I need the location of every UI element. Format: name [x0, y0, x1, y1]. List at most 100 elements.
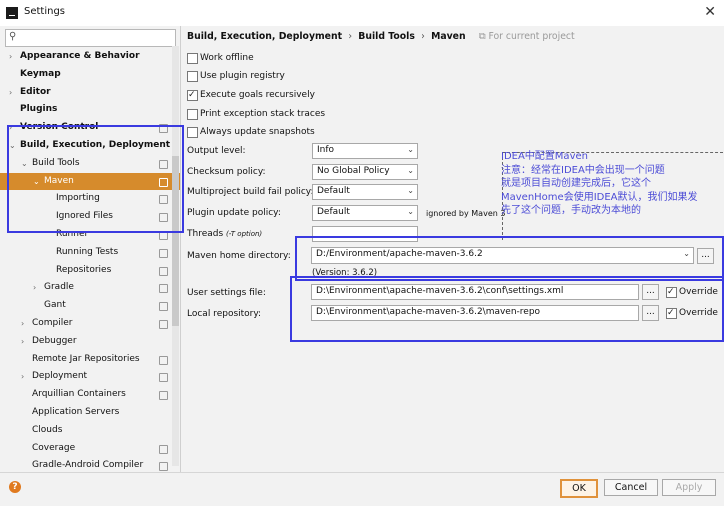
sidebar-item-label: Deployment	[32, 371, 88, 382]
sidebar-item-clouds[interactable]: Clouds	[0, 422, 180, 440]
breadcrumb-separator: ›	[348, 31, 353, 42]
chevron-right-icon[interactable]: ›	[21, 368, 24, 386]
sidebar-item-debugger[interactable]: › Debugger	[0, 333, 180, 351]
sidebar-item-application-servers[interactable]: Application Servers	[0, 404, 180, 422]
sidebar-item-coverage[interactable]: Coverage	[0, 440, 180, 458]
sidebar-item-deployment[interactable]: › Deployment	[0, 368, 180, 386]
sidebar-item-label: Appearance & Behavior	[20, 51, 140, 61]
help-icon[interactable]: ?	[9, 481, 21, 493]
ok-button[interactable]: OK	[560, 479, 598, 498]
execute-goals-recursively-label: Execute goals recursively	[200, 90, 315, 100]
chevron-right-icon[interactable]: ›	[9, 48, 12, 66]
project-scope-icon	[159, 266, 168, 276]
sidebar-item-running-tests[interactable]: Running Tests	[0, 244, 180, 262]
chevron-right-icon[interactable]: ›	[9, 84, 12, 102]
apply-button[interactable]: Apply	[662, 479, 716, 496]
sidebar-item-label: Debugger	[32, 335, 77, 346]
project-scope-icon	[159, 462, 168, 472]
checksum-policy-label: Checksum policy:	[187, 167, 266, 177]
sidebar-item-keymap[interactable]: Keymap	[0, 66, 180, 84]
annotation-line: MavenHome会使用IDEA默认，我们如果发	[501, 191, 698, 203]
chevron-right-icon[interactable]: ›	[33, 279, 36, 297]
cancel-button[interactable]: Cancel	[604, 479, 658, 496]
chevron-down-icon: ⌄	[407, 207, 414, 216]
chevron-down-icon: ⌄	[407, 166, 414, 175]
settings-repo-highlight-box	[290, 276, 724, 342]
sidebar-item-appearance-behavior[interactable]: › Appearance & Behavior	[0, 48, 180, 66]
window-titlebar: Settings ✕	[0, 0, 724, 27]
breadcrumb-maven: Maven	[431, 31, 466, 42]
annotation-line: IDEA中配置Maven	[501, 151, 588, 162]
chevron-down-icon: ⌄	[407, 145, 414, 154]
sidebar-highlight-box	[7, 125, 184, 233]
chevron-down-icon: ⌄	[407, 186, 414, 195]
maven-settings-panel: Build, Execution, Deployment › Build Too…	[181, 26, 724, 472]
breadcrumb-build-tools: Build Tools	[358, 31, 415, 42]
settings-tree: › Appearance & Behavior Keymap › Editor Plugi…	[0, 48, 180, 472]
work-offline-label: Work offline	[200, 53, 254, 63]
sidebar-item-gant[interactable]: Gant	[0, 297, 180, 315]
sidebar-scrollbar[interactable]	[172, 46, 179, 466]
breadcrumb-separator: ›	[421, 31, 425, 42]
sidebar-item-label: Arquillian Containers	[32, 389, 126, 400]
sidebar-item-label: Plugins	[20, 104, 58, 115]
project-scope-icon	[159, 302, 168, 312]
sidebar-item-gradle[interactable]: › Gradle	[0, 279, 180, 297]
sidebar-item-label: Compiler	[32, 317, 73, 328]
sidebar-item-compiler[interactable]: › Compiler	[0, 315, 180, 333]
ignored-by-maven3-note: ignored by Maven 3	[426, 209, 506, 218]
annotation-line: 注意：经常在IDEA中会出现一个问题	[501, 164, 665, 176]
settings-sidebar: ⚲ › Appearance & Behavior Keymap › Editor Plu…	[0, 26, 181, 472]
sidebar-item-label: Gradle-Android Compiler	[32, 460, 144, 471]
sidebar-item-label: Editor	[20, 86, 51, 97]
settings-search-input[interactable]: ⚲	[5, 29, 176, 47]
threads-hint: (-T option)	[226, 230, 263, 238]
sidebar-item-plugins[interactable]: Plugins	[0, 101, 180, 119]
threads-label: Threads (-T option)	[187, 229, 263, 239]
checksum-policy-value: No Global Policy	[317, 166, 390, 176]
user-settings-file-label: User settings file:	[187, 288, 266, 298]
checksum-policy-select[interactable]: No Global Policy ⌄	[312, 164, 418, 180]
always-update-snapshots-label: Always update snapshots	[200, 127, 315, 137]
project-scope-icon	[159, 444, 168, 454]
maven-home-highlight-box	[295, 236, 724, 281]
sidebar-item-repositories[interactable]: Repositories	[0, 262, 180, 280]
output-level-label: Output level:	[187, 146, 246, 156]
close-icon[interactable]: ✕	[704, 4, 716, 20]
sidebar-item-label: Gant	[44, 300, 66, 311]
print-exception-stack-traces-checkbox[interactable]	[187, 109, 198, 120]
sidebar-item-label: Application Servers	[32, 406, 120, 417]
chevron-right-icon[interactable]: ›	[21, 333, 24, 351]
breadcrumb-build-execution: Build, Execution, Deployment	[187, 31, 343, 42]
maven-home-directory-label: Maven home directory:	[187, 251, 291, 261]
window-title: Settings	[24, 6, 66, 17]
use-plugin-registry-checkbox[interactable]	[187, 71, 198, 82]
multiproject-fail-policy-select[interactable]: Default ⌄	[312, 184, 418, 200]
sidebar-item-label: Gradle	[44, 282, 74, 293]
project-scope-icon	[159, 284, 168, 294]
sidebar-item-label: Running Tests	[56, 246, 119, 257]
project-scope-icon	[159, 391, 168, 401]
plugin-update-policy-select[interactable]: Default ⌄	[312, 205, 418, 221]
local-repository-label: Local repository:	[187, 309, 262, 319]
sidebar-item-label: Repositories	[56, 264, 112, 275]
multiproject-fail-policy-label: Multiproject build fail policy:	[187, 187, 314, 197]
project-scope-icon	[159, 248, 168, 258]
project-scope-icon	[159, 319, 168, 329]
plugin-update-policy-value: Default	[317, 207, 350, 217]
sidebar-item-remote-jar-repositories[interactable]: Remote Jar Repositories	[0, 351, 180, 369]
use-plugin-registry-label: Use plugin registry	[200, 71, 285, 81]
chevron-right-icon[interactable]: ›	[21, 315, 24, 333]
multiproject-fail-policy-value: Default	[317, 186, 350, 196]
work-offline-checkbox[interactable]	[187, 53, 198, 64]
sidebar-item-label: Remote Jar Repositories	[32, 353, 140, 364]
plugin-update-policy-label: Plugin update policy:	[187, 208, 281, 218]
sidebar-item-editor[interactable]: › Editor	[0, 84, 180, 102]
output-level-select[interactable]: Info ⌄	[312, 143, 418, 159]
always-update-snapshots-checkbox[interactable]	[187, 127, 198, 138]
sidebar-item-arquillian-containers[interactable]: Arquillian Containers	[0, 386, 180, 404]
execute-goals-recursively-checkbox[interactable]	[187, 88, 198, 102]
sidebar-item-gradle-android-compiler[interactable]: Gradle-Android Compiler	[0, 457, 180, 472]
print-exception-stack-traces-label: Print exception stack traces	[200, 109, 326, 119]
annotation-line: 就是项目自动创建完成后，它这个	[501, 178, 651, 189]
